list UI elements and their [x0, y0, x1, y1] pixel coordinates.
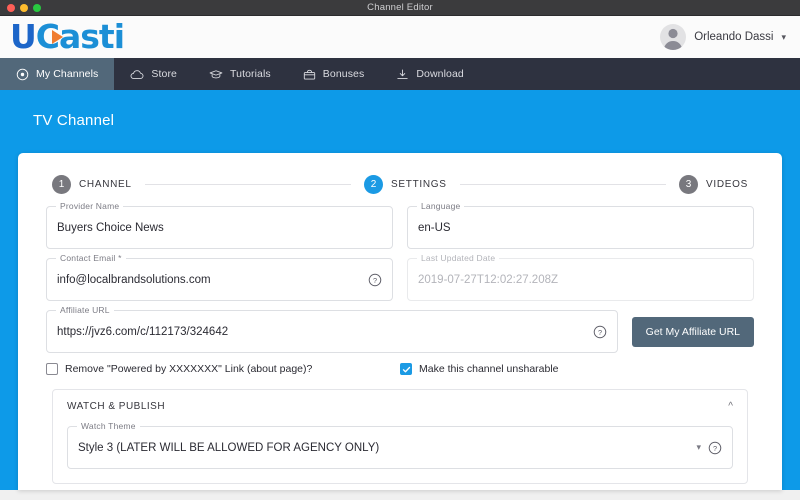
step-label: SETTINGS	[391, 179, 447, 190]
last-updated-col: Last Updated Date 2019-07-27T12:02:27.20…	[407, 253, 754, 301]
affiliate-url-field[interactable]: Affiliate URL https://jvz6.com/c/112173/…	[46, 305, 618, 353]
app-header: U Casti Orleando Dassi ▾	[0, 16, 800, 58]
checkbox-label: Make this channel unsharable	[419, 363, 559, 375]
watch-publish-panel: WATCH & PUBLISH ^ Watch Theme Style 3 (L…	[52, 389, 748, 484]
wizard-stepper: 1 CHANNEL 2 SETTINGS 3 VIDEOS	[36, 153, 764, 194]
get-affiliate-url-button[interactable]: Get My Affiliate URL	[631, 316, 754, 347]
logo-letter-u: U	[10, 17, 37, 56]
language-col: Language en-US	[407, 201, 754, 249]
contact-email-col: Contact Email * info@localbrandsolutions…	[46, 253, 393, 301]
language-field[interactable]: Language en-US	[407, 201, 754, 249]
nav-item-download[interactable]: Download	[380, 58, 480, 90]
provider-name-label: Provider Name	[56, 201, 124, 211]
svg-text:?: ?	[713, 443, 717, 452]
form-row-3: Affiliate URL https://jvz6.com/c/112173/…	[46, 305, 754, 353]
nav-label: Download	[416, 68, 464, 80]
form-row-2: Contact Email * info@localbrandsolutions…	[46, 253, 754, 301]
watch-theme-select[interactable]: Watch Theme Style 3 (LATER WILL BE ALLOW…	[67, 421, 733, 469]
checkbox-box[interactable]	[46, 363, 58, 375]
nav-item-store[interactable]: Store	[114, 58, 193, 90]
step-connector	[144, 184, 352, 185]
contact-email-value: info@localbrandsolutions.com	[57, 273, 211, 286]
provider-name-field[interactable]: Provider Name Buyers Choice News	[46, 201, 393, 249]
checkbox-row: Remove "Powered by XXXXXXX" Link (about …	[46, 363, 754, 375]
step-connector	[459, 184, 666, 185]
chevron-down-icon[interactable]: ▾	[696, 442, 701, 453]
affiliate-url-label: Affiliate URL	[56, 305, 114, 315]
nav-item-bonuses[interactable]: Bonuses	[287, 58, 381, 90]
language-value: en-US	[418, 221, 451, 234]
provider-name-col: Provider Name Buyers Choice News	[46, 201, 393, 249]
svg-text:?: ?	[598, 327, 602, 336]
svg-text:?: ?	[373, 275, 377, 284]
user-avatar-icon	[660, 24, 687, 50]
nav-label: Bonuses	[322, 68, 365, 80]
page-banner: TV Channel	[0, 90, 800, 153]
remove-powered-by-col: Remove "Powered by XXXXXXX" Link (about …	[46, 363, 400, 375]
checkbox-box[interactable]	[400, 363, 412, 375]
main-navigation: My Channels Store Tutorials Bonuses Down	[0, 58, 800, 90]
page-title: TV Channel	[33, 112, 115, 129]
contact-email-label: Contact Email *	[56, 253, 126, 263]
app-window: Channel Editor U Casti Orleando Dassi ▾	[0, 0, 800, 500]
watch-publish-body: Watch Theme Style 3 (LATER WILL BE ALLOW…	[53, 421, 747, 483]
nav-item-tutorials[interactable]: Tutorials	[193, 58, 287, 90]
settings-form: Provider Name Buyers Choice News Languag…	[36, 194, 764, 484]
watch-theme-label: Watch Theme	[77, 421, 140, 431]
cloud-icon	[130, 68, 144, 81]
watch-publish-header[interactable]: WATCH & PUBLISH ^	[53, 390, 747, 422]
step-number: 3	[679, 175, 698, 194]
nav-label: Tutorials	[230, 68, 271, 80]
play-triangle-icon	[52, 30, 63, 44]
graduation-cap-icon	[209, 68, 223, 81]
step-videos[interactable]: 3 VIDEOS	[679, 175, 748, 194]
last-updated-label: Last Updated Date	[417, 253, 500, 263]
contact-email-field[interactable]: Contact Email * info@localbrandsolutions…	[46, 253, 393, 301]
logo-text-casti: Casti	[35, 17, 125, 56]
step-settings[interactable]: 2 SETTINGS	[364, 175, 447, 194]
step-channel[interactable]: 1 CHANNEL	[52, 175, 132, 194]
nav-label: Store	[151, 68, 177, 80]
window-titlebar: Channel Editor	[0, 0, 800, 16]
language-label: Language	[417, 201, 465, 211]
nav-item-my-channels[interactable]: My Channels	[0, 58, 115, 90]
download-icon	[396, 68, 409, 81]
last-updated-field: Last Updated Date 2019-07-27T12:02:27.20…	[407, 253, 754, 301]
unsharable-col: Make this channel unsharable	[400, 363, 754, 375]
affiliate-url-col: Affiliate URL https://jvz6.com/c/112173/…	[46, 305, 618, 353]
chevron-down-icon[interactable]: ▾	[781, 32, 786, 43]
affiliate-button-col: Get My Affiliate URL	[631, 310, 754, 353]
account-menu[interactable]: Orleando Dassi ▾	[660, 24, 786, 50]
affiliate-url-value: https://jvz6.com/c/112173/324642	[57, 325, 229, 338]
help-circle-icon[interactable]: ?	[708, 441, 722, 455]
record-circle-icon	[16, 68, 29, 81]
remove-powered-by-checkbox[interactable]: Remove "Powered by XXXXXXX" Link (about …	[46, 363, 400, 375]
gift-box-icon	[303, 68, 316, 81]
user-name-label: Orleando Dassi	[694, 31, 774, 43]
nav-label: My Channels	[36, 68, 99, 80]
watch-publish-title: WATCH & PUBLISH	[67, 400, 166, 412]
step-number: 1	[52, 175, 71, 194]
watch-theme-value: Style 3 (LATER WILL BE ALLOWED FOR AGENC…	[78, 441, 380, 454]
step-label: CHANNEL	[79, 179, 132, 190]
window-title: Channel Editor	[367, 2, 433, 13]
checkbox-label: Remove "Powered by XXXXXXX" Link (about …	[65, 363, 313, 375]
chevron-up-icon[interactable]: ^	[728, 401, 733, 412]
make-unsharable-checkbox[interactable]: Make this channel unsharable	[400, 363, 754, 375]
step-number: 2	[364, 175, 384, 194]
last-updated-value: 2019-07-27T12:02:27.208Z	[418, 273, 559, 286]
step-label: VIDEOS	[706, 179, 748, 190]
card-container: 1 CHANNEL 2 SETTINGS 3 VIDEOS Provider N…	[0, 153, 800, 490]
form-row-1: Provider Name Buyers Choice News Languag…	[46, 201, 754, 249]
brand-logo[interactable]: U Casti	[10, 17, 125, 57]
provider-name-value: Buyers Choice News	[57, 221, 164, 234]
help-circle-icon[interactable]: ?	[368, 273, 382, 287]
help-circle-icon[interactable]: ?	[593, 325, 607, 339]
settings-card: 1 CHANNEL 2 SETTINGS 3 VIDEOS Provider N…	[18, 153, 782, 490]
